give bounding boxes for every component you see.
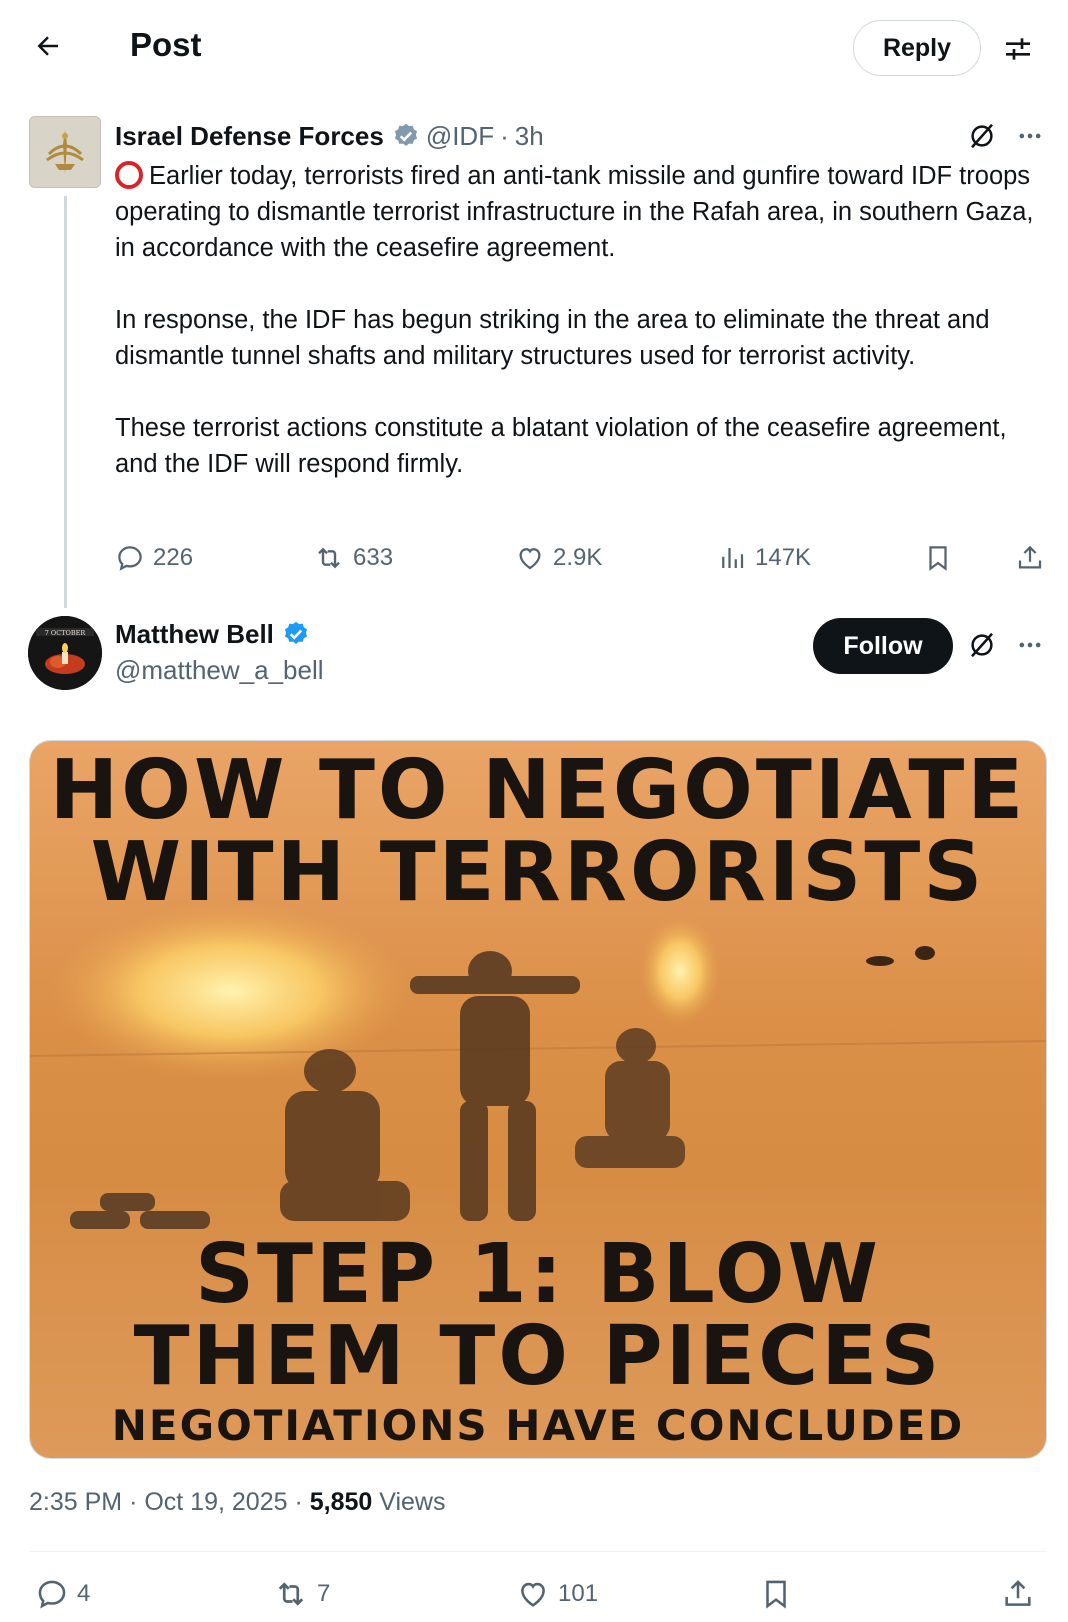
idf-emblem-icon <box>46 130 84 174</box>
post-paragraph: Earlier today, terrorists fired an anti-… <box>115 158 1045 266</box>
bookmark-icon <box>929 546 947 571</box>
candle-avatar-icon: 7 OCTOBER <box>28 616 102 690</box>
post-actions: 226 633 2.9K 147K <box>115 538 1050 578</box>
post-paragraph: These terrorist actions constitute a bla… <box>115 414 1007 478</box>
meme-caption: HOW TO NEGOTIATE <box>49 743 1027 838</box>
avatar[interactable] <box>29 116 101 188</box>
views-count: 147K <box>755 544 812 571</box>
share-icon <box>1018 545 1042 569</box>
author-handle[interactable]: @matthew_a_bell <box>115 655 324 686</box>
share-action[interactable] <box>1015 538 1045 578</box>
reply-count: 4 <box>77 1580 91 1607</box>
post-time[interactable]: 2:35 PM <box>29 1488 122 1516</box>
author-name[interactable]: Matthew Bell <box>115 619 274 650</box>
bookmark-action[interactable] <box>759 1572 793 1616</box>
author-name[interactable]: Israel Defense Forces <box>115 121 384 152</box>
repost-action[interactable]: 7 <box>273 1572 330 1616</box>
verified-badge-icon <box>282 620 310 648</box>
more-button[interactable] <box>1010 625 1050 665</box>
post-paragraph: In response, the IDF has begun striking … <box>115 306 990 370</box>
more-icon <box>1019 133 1041 139</box>
views-action[interactable]: 147K <box>717 538 811 578</box>
grok-icon <box>971 123 993 149</box>
analytics-icon <box>722 548 744 568</box>
views-label: Views <box>379 1488 446 1516</box>
post-author-row: Israel Defense Forces @IDF · 3h <box>115 118 544 154</box>
arrow-left-icon <box>37 36 58 56</box>
repost-icon <box>318 547 340 569</box>
reply-action[interactable]: 4 <box>35 1572 90 1616</box>
avatar-label: 7 OCTOBER <box>45 629 87 637</box>
separator-dot: · <box>500 120 509 151</box>
more-icon <box>1019 642 1041 648</box>
views-count: 5,850 <box>309 1488 373 1516</box>
thread-line <box>64 196 67 608</box>
share-action[interactable] <box>1001 1572 1035 1616</box>
like-action[interactable]: 101 <box>516 1572 598 1616</box>
post-text: Earlier today, terrorists fired an anti-… <box>115 158 1045 482</box>
heart-icon <box>521 1582 545 1607</box>
share-icon <box>1005 1580 1031 1606</box>
meme-caption: NEGOTIATIONS HAVE CONCLUDED <box>111 1401 965 1450</box>
post-date[interactable]: Oct 19, 2025 <box>144 1488 287 1516</box>
paragraph-text: Earlier today, terrorists fired an anti-… <box>115 162 1034 262</box>
repost-count: 7 <box>317 1580 331 1607</box>
separator-dot: · <box>294 1488 310 1516</box>
sliders-icon <box>1006 38 1030 60</box>
meme-caption: STEP 1: BLOW <box>194 1227 882 1322</box>
post-image[interactable]: HOW TO NEGOTIATE WITH TERRORISTS STEP 1:… <box>29 740 1047 1459</box>
heart-icon <box>519 548 541 570</box>
follow-button[interactable]: Follow <box>813 618 953 674</box>
grok-icon <box>971 632 993 658</box>
grok-button[interactable] <box>962 625 1002 665</box>
post-header: Post Reply <box>0 0 1068 100</box>
divider <box>29 1551 1047 1552</box>
meme-caption: WITH TERRORISTS <box>90 825 986 920</box>
post-time[interactable]: 3h <box>515 121 544 152</box>
back-button[interactable] <box>26 24 70 68</box>
reply-count: 226 <box>153 544 194 571</box>
filter-button[interactable] <box>995 26 1041 72</box>
repost-icon <box>278 1582 304 1606</box>
reply-icon <box>118 546 142 571</box>
bookmark-icon <box>766 1580 786 1609</box>
repost-action[interactable]: 633 <box>313 538 393 578</box>
post-meta: 2:35 PM · Oct 19, 2025 · 5,850 Views <box>29 1488 446 1517</box>
red-circle-icon <box>115 161 143 189</box>
author-handle[interactable]: @IDF <box>426 121 494 152</box>
bookmark-action[interactable] <box>923 538 953 578</box>
meme-caption: THEM TO PIECES <box>133 1309 943 1404</box>
reply-author-row: Matthew Bell <box>115 616 316 652</box>
like-action[interactable]: 2.9K <box>515 538 602 578</box>
like-count: 101 <box>558 1580 599 1607</box>
post-actions: 4 7 101 <box>29 1572 1047 1616</box>
more-button[interactable] <box>1010 116 1050 156</box>
like-count: 2.9K <box>553 544 603 571</box>
separator-dot: · <box>129 1488 145 1516</box>
grok-button[interactable] <box>962 116 1002 156</box>
reply-action[interactable]: 226 <box>115 538 193 578</box>
reply-button[interactable]: Reply <box>853 20 981 76</box>
avatar[interactable]: 7 OCTOBER <box>28 616 102 690</box>
verified-badge-icon <box>392 122 420 150</box>
page-title: Post <box>130 26 202 63</box>
repost-count: 633 <box>353 544 394 571</box>
reply-icon <box>38 1580 66 1609</box>
